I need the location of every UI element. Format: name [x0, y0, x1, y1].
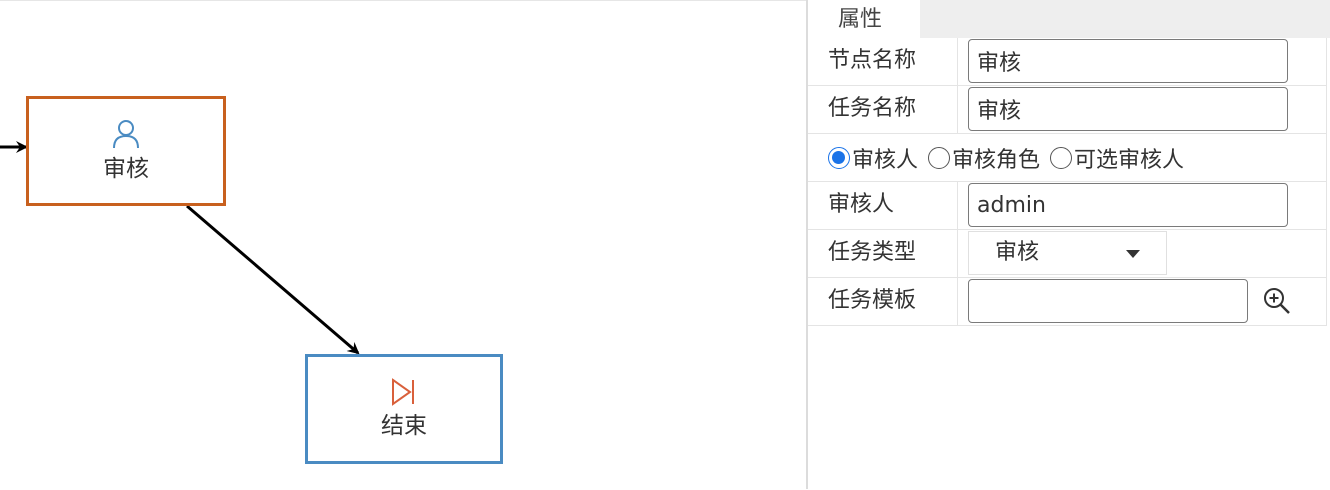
task-type-label: 任务类型 [828, 240, 917, 265]
task-type-row: 任务类型 审核 [808, 230, 1327, 278]
task-name-label: 任务名称 [828, 96, 917, 121]
node-label: 结束 [381, 413, 427, 439]
review-task-node[interactable]: 审核 [26, 96, 226, 206]
row-divider [957, 86, 958, 133]
node-name-input[interactable] [968, 39, 1288, 83]
node-name-row: 节点名称 [808, 38, 1327, 86]
radio-reviewer-role-label: 审核角色 [952, 147, 1041, 173]
properties-panel: 属性 节点名称 任务名称 审核人 审核角色 可选审核人 审核人 [808, 0, 1330, 489]
radio-optional-reviewer-label: 可选审核人 [1074, 147, 1185, 173]
radio-reviewer-role[interactable]: 审核角色 [928, 142, 1040, 174]
end-event-icon [390, 378, 418, 410]
task-type-select[interactable]: 审核 [968, 231, 1167, 275]
chevron-down-icon [1126, 250, 1140, 258]
task-template-row: 任务模板 [808, 278, 1327, 326]
user-icon [112, 119, 140, 153]
panel-tab-bar: 属性 [808, 0, 1330, 38]
zoom-in-icon[interactable] [1261, 285, 1293, 317]
tab-properties[interactable]: 属性 [808, 0, 920, 38]
radio-reviewer-role-unchecked[interactable] [928, 146, 951, 169]
radio-optional-reviewer-unchecked[interactable] [1050, 146, 1073, 169]
radio-reviewer-label: 审核人 [852, 147, 919, 173]
task-template-label: 任务模板 [828, 288, 917, 313]
reviewer-label: 审核人 [828, 192, 895, 217]
row-divider [957, 182, 958, 229]
reviewer-mode-row: 审核人 审核角色 可选审核人 [808, 134, 1327, 182]
radio-reviewer[interactable]: 审核人 [828, 142, 918, 174]
radio-reviewer-checked[interactable] [828, 146, 850, 169]
reviewer-mode-radio-group: 审核人 审核角色 可选审核人 [828, 134, 1194, 181]
reviewer-input[interactable] [968, 183, 1288, 227]
node-label: 审核 [103, 156, 149, 182]
row-divider [957, 38, 958, 85]
task-name-input[interactable] [968, 87, 1288, 131]
task-template-input[interactable] [968, 279, 1248, 323]
radio-optional-reviewer[interactable]: 可选审核人 [1050, 142, 1184, 174]
end-event-node[interactable]: 结束 [305, 354, 503, 464]
node-name-label: 节点名称 [828, 48, 917, 73]
reviewer-row: 审核人 [808, 182, 1327, 230]
task-name-row: 任务名称 [808, 86, 1327, 134]
process-canvas[interactable]: 审核 结束 [0, 0, 807, 489]
review-to-end-edge[interactable] [186, 204, 360, 355]
row-divider [957, 278, 958, 325]
task-type-value: 审核 [995, 240, 1040, 265]
row-divider [957, 230, 958, 277]
